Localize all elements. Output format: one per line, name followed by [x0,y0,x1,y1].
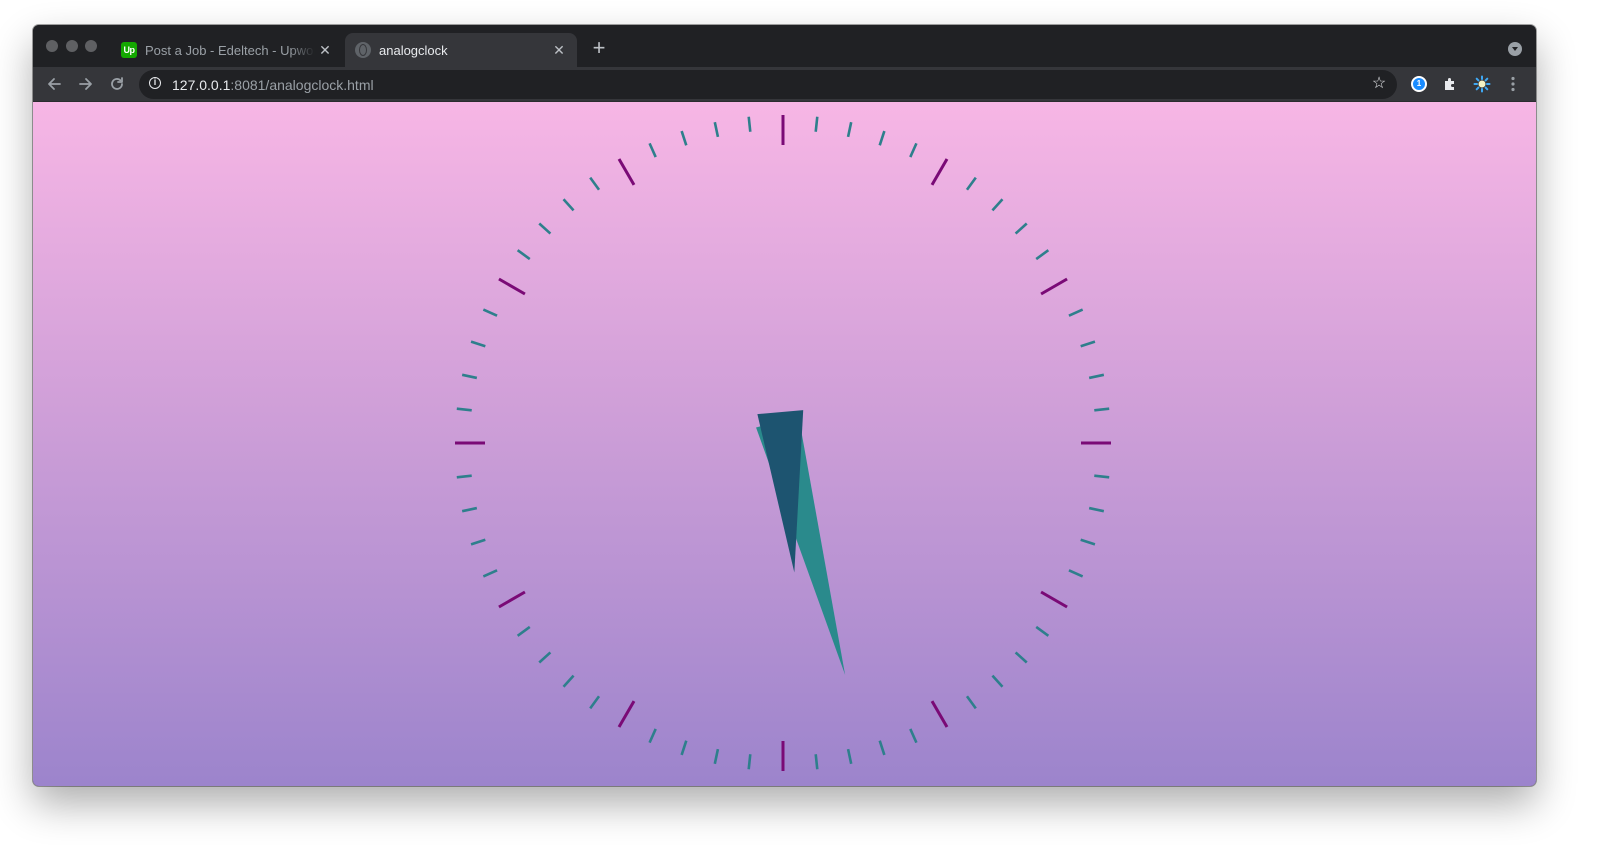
minute-tick [1068,308,1084,317]
minute-tick [878,740,886,756]
minute-tick [461,373,478,380]
close-tab-icon[interactable]: ✕ [315,40,335,60]
kebab-menu-icon [1511,76,1515,92]
minute-tick [1035,249,1050,261]
minute-tick [456,474,472,479]
minute-tick [648,728,657,744]
globe-icon [355,42,371,58]
minute-tick [909,142,918,158]
browser-menu-icon[interactable] [1503,74,1523,94]
minute-tick [1035,625,1050,637]
hour-tick [617,158,636,186]
minute-tick [1068,569,1084,578]
clock-hands [756,410,846,675]
minute-tick [589,176,601,191]
page-content [33,102,1536,786]
sun-icon [1473,75,1491,93]
hour-tick [930,158,949,186]
minute-tick [562,198,575,212]
tab-strip: Up Post a Job - Edeltech - Upwork ✕ anal… [33,25,1536,67]
reload-icon [111,77,123,90]
site-info-icon[interactable]: i [149,77,161,89]
minute-tick [1088,506,1105,513]
minute-tick [814,754,819,770]
minute-tick [516,249,531,261]
hour-hand [757,410,804,573]
url-host: 127.0.0.1 [172,77,231,93]
window-close-control[interactable] [46,40,58,52]
minute-tick [470,538,486,546]
minute-tick [1014,222,1028,235]
tab-upwork[interactable]: Up Post a Job - Edeltech - Upwork ✕ [111,33,343,67]
hour-tick [617,700,636,728]
minute-tick [747,116,752,132]
hour-tick [1040,277,1068,296]
puzzle-icon[interactable] [1440,74,1460,94]
hour-tick [498,277,526,296]
minute-tick [1080,538,1096,546]
minute-tick [470,340,486,348]
minute-tick [1088,373,1105,380]
window-minimize-control[interactable] [66,40,78,52]
back-arrow-icon [48,78,61,90]
minute-tick [991,674,1004,688]
minute-tick [1094,474,1110,479]
address-bar[interactable]: i 127.0.0.1:8081/analogclock.html ☆ [139,70,1397,99]
url-path: :8081/analogclock.html [230,77,374,93]
sun-extension-icon[interactable] [1472,74,1492,94]
reload-button[interactable] [104,71,130,97]
new-tab-button[interactable]: + [589,37,609,59]
minute-tick [878,130,886,146]
minute-tick [965,176,977,191]
minute-tick [482,308,498,317]
minute-tick [456,407,472,412]
tab-analogclock[interactable]: analogclock ✕ [345,33,577,67]
hour-tick [1040,590,1068,609]
close-tab-icon[interactable]: ✕ [549,40,569,60]
forward-arrow-icon [79,78,92,90]
minute-tick [562,674,575,688]
minute-tick [538,651,552,664]
1password-icon[interactable]: 1 [1409,74,1429,94]
tab-title: Post a Job - Edeltech - Upwork [145,42,315,58]
minute-tick [1014,651,1028,664]
tab-title: analogclock [379,42,448,58]
bookmark-star-icon[interactable]: ☆ [1369,74,1389,94]
minute-tick [846,748,853,765]
minute-tick [713,121,720,138]
minute-tick [538,222,552,235]
minute-tick [747,754,752,770]
upwork-icon: Up [121,42,137,58]
minute-tick [713,748,720,765]
minute-tick [846,121,853,138]
minute-tick [461,506,478,513]
1password-logo: 1 [1411,76,1427,92]
browser-window: Up Post a Job - Edeltech - Upwork ✕ anal… [33,25,1536,786]
minute-tick [814,116,819,132]
minute-tick [516,625,531,637]
tab-search-icon[interactable] [1508,42,1522,56]
minute-tick [648,142,657,158]
toolbar: i 127.0.0.1:8081/analogclock.html ☆ 1 [33,67,1536,102]
analog-clock [455,115,1111,771]
minute-tick [965,695,977,710]
window-zoom-control[interactable] [85,40,97,52]
hour-tick [498,590,526,609]
minute-tick [482,569,498,578]
minute-tick [909,728,918,744]
hour-tick [930,700,949,728]
forward-button[interactable] [73,71,99,97]
url-text[interactable]: 127.0.0.1:8081/analogclock.html [172,77,374,93]
minute-tick [680,740,688,756]
minute-tick [1080,340,1096,348]
minute-tick [680,130,688,146]
extensions-puzzle-icon [1445,78,1454,90]
minute-tick [991,198,1004,212]
minute-tick [589,695,601,710]
minute-tick [1094,407,1110,412]
back-button[interactable] [41,71,67,97]
